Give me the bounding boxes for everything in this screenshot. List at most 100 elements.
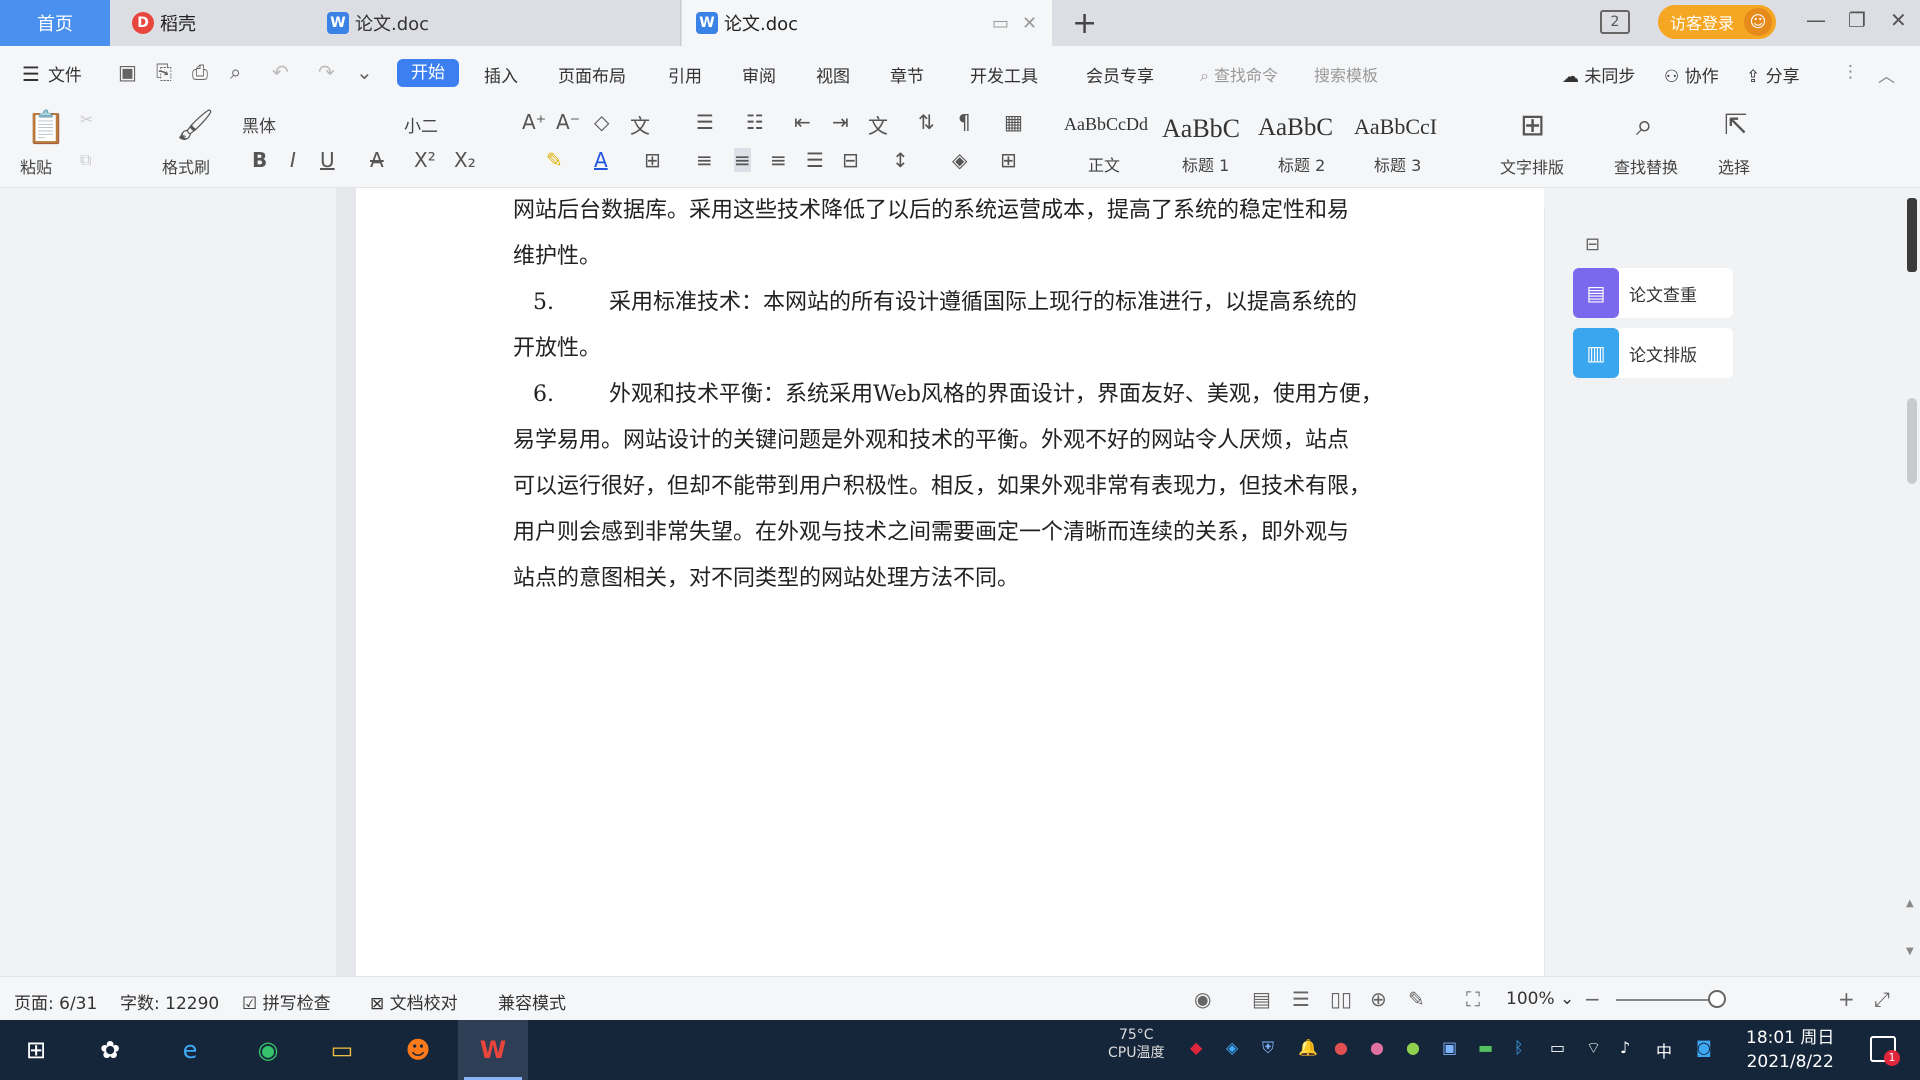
visitor-login-button[interactable]: 访客登录 ☺	[1658, 5, 1776, 39]
outline-view-icon[interactable]: ☰	[1292, 987, 1310, 1011]
collapse-ribbon-icon[interactable]: ︿	[1878, 62, 1895, 87]
app-ninja-icon[interactable]: ☻	[398, 1032, 438, 1068]
chinese-layout-icon[interactable]: 文	[868, 110, 888, 139]
font-color-icon[interactable]: A	[594, 148, 608, 172]
menu-tab-review[interactable]: 审阅	[742, 62, 776, 87]
close-window-icon[interactable]: ✕	[1890, 8, 1907, 32]
collaborate-button[interactable]: ⚇ 协作	[1664, 62, 1719, 87]
wps-taskbar-active[interactable]: W	[458, 1020, 528, 1080]
app-pinwheel-icon[interactable]: ✿	[90, 1032, 130, 1068]
command-search[interactable]: ⌕ 查找命令	[1200, 62, 1278, 86]
menu-tab-view[interactable]: 视图	[816, 62, 850, 87]
tray-app4-icon[interactable]: ▣	[1442, 1038, 1457, 1057]
zoom-in-icon[interactable]: +	[1838, 987, 1855, 1011]
distribute-icon[interactable]: ⊟	[842, 148, 859, 172]
font-name-select[interactable]: 黑体	[242, 112, 276, 137]
strikethrough-icon[interactable]: A	[370, 148, 384, 172]
browser-360-icon[interactable]: ◉	[248, 1032, 288, 1068]
style-heading3-sample[interactable]: AaBbCcI	[1354, 114, 1437, 140]
system-clock[interactable]: 18:01 周日 2021/8/22	[1746, 1026, 1834, 1074]
bullet-list-icon[interactable]: ☰	[696, 110, 714, 134]
print-icon[interactable]: ⎙	[192, 60, 208, 84]
file-menu[interactable]: ☰ 文件	[22, 61, 82, 87]
cut-icon[interactable]: ✂	[80, 110, 93, 129]
export-pdf-icon[interactable]: ⎘	[156, 60, 172, 84]
battery-icon[interactable]: ▭	[1550, 1038, 1565, 1057]
style-normal-sample[interactable]: AaBbCcDd	[1064, 114, 1148, 135]
align-right-icon[interactable]: ≡	[770, 148, 787, 172]
menu-tab-member[interactable]: 会员专享	[1086, 62, 1154, 87]
ime-indicator[interactable]: 中	[1656, 1038, 1672, 1062]
spell-check-toggle[interactable]: ☑ 拼写检查	[242, 989, 331, 1014]
tab-close-icon[interactable]: ✕	[1022, 13, 1037, 34]
increase-indent-icon[interactable]: ⇥	[832, 110, 849, 134]
cpu-temperature[interactable]: 75°C CPU温度	[1108, 1026, 1164, 1062]
template-search[interactable]: 搜索模板	[1314, 62, 1378, 86]
style-heading2-sample[interactable]: AaBbC	[1258, 114, 1333, 142]
numbered-list-icon[interactable]: ☷	[746, 110, 764, 134]
tray-app2-icon[interactable]: ●	[1370, 1038, 1384, 1057]
window-count-badge[interactable]: 2	[1600, 10, 1630, 34]
find-replace-icon[interactable]: ⌕	[1636, 108, 1653, 143]
zoom-slider-knob[interactable]	[1708, 990, 1726, 1008]
zoom-slider-track[interactable]	[1616, 999, 1720, 1001]
tab-home[interactable]: 首页	[0, 0, 110, 46]
sync-status[interactable]: ☁ 未同步	[1562, 62, 1635, 87]
volume-icon[interactable]: ♪	[1620, 1038, 1630, 1057]
more-options-icon[interactable]: ⋮	[1842, 62, 1859, 82]
undo-icon[interactable]: ↶	[272, 60, 289, 84]
scroll-up-icon[interactable]: ▲	[1906, 898, 1914, 909]
share-button[interactable]: ⇪ 分享	[1746, 62, 1800, 87]
tray-app1-icon[interactable]: ●	[1334, 1038, 1348, 1057]
align-center-icon[interactable]: ≡	[734, 148, 751, 172]
table-icon[interactable]: ▦	[1004, 110, 1023, 134]
text-layout-icon[interactable]: ⊞	[1520, 108, 1545, 143]
line-spacing-icon[interactable]: ↕	[892, 148, 909, 172]
paste-icon[interactable]: 📋	[26, 108, 66, 146]
zoom-level[interactable]: 100% ⌄	[1506, 989, 1574, 1009]
shrink-font-icon[interactable]: A⁻	[556, 110, 580, 134]
tray-bell-icon[interactable]: 🔔	[1298, 1038, 1318, 1057]
grow-font-icon[interactable]: A⁺	[522, 110, 546, 134]
menu-tab-references[interactable]: 引用	[668, 62, 702, 87]
tray-antivirus-icon[interactable]: ◆	[1190, 1038, 1202, 1057]
tray-qq-icon[interactable]: ◙	[1696, 1038, 1712, 1057]
superscript-icon[interactable]: X²	[414, 148, 436, 172]
show-marks-icon[interactable]: ¶	[958, 110, 971, 134]
tab-document-1[interactable]: W 论文.doc	[315, 0, 681, 46]
scrollbar-thumb[interactable]	[1907, 398, 1917, 484]
eye-protect-icon[interactable]: ◉	[1194, 987, 1211, 1011]
subscript-icon[interactable]: X₂	[454, 148, 476, 172]
redo-icon[interactable]: ↷	[318, 60, 335, 84]
vertical-scrollbar[interactable]: ▲ ▼	[1904, 188, 1920, 976]
tray-network-shield-icon[interactable]: ◈	[1226, 1038, 1238, 1057]
justify-icon[interactable]: ☰	[806, 148, 824, 172]
notification-center-icon[interactable]: 1	[1870, 1036, 1900, 1066]
web-view-icon[interactable]: ⊕	[1370, 987, 1387, 1011]
scroll-down-icon[interactable]: ▼	[1906, 946, 1914, 957]
paper-format-button[interactable]: ▥ 论文排版	[1573, 328, 1733, 378]
align-left-icon[interactable]: ≡	[696, 148, 713, 172]
menu-tab-page-layout[interactable]: 页面布局	[558, 62, 626, 87]
fullscreen-icon[interactable]: ⤢	[1874, 987, 1890, 1011]
style-heading1-sample[interactable]: AaBbC	[1162, 114, 1240, 144]
restore-icon[interactable]: ❐	[1848, 8, 1866, 32]
start-windows-icon[interactable]: ⊞	[16, 1032, 56, 1068]
minimize-icon[interactable]: —	[1806, 8, 1826, 32]
menu-tab-home[interactable]: 开始	[397, 59, 459, 87]
format-painter-icon[interactable]: 🖌	[176, 108, 214, 143]
tab-daoke[interactable]: D 稻壳	[110, 0, 315, 46]
fit-page-icon[interactable]: ⛶	[1466, 987, 1480, 1011]
read-view-icon[interactable]: ▯▯	[1330, 987, 1352, 1011]
shading-icon[interactable]: ◈	[952, 148, 967, 172]
panel-collapse-icon[interactable]: ⊟	[1585, 234, 1600, 255]
wifi-icon[interactable]: ⌔	[1586, 1038, 1601, 1058]
tray-shield-icon[interactable]: ⛨	[1262, 1038, 1274, 1058]
zoom-out-icon[interactable]: −	[1584, 987, 1601, 1011]
phonetic-icon[interactable]: 文	[630, 110, 650, 139]
borders-icon[interactable]: ⊞	[1000, 148, 1017, 172]
tray-app3-icon[interactable]: ●	[1406, 1038, 1420, 1057]
menu-tab-insert[interactable]: 插入	[484, 62, 518, 87]
print-preview-icon[interactable]: ⌕	[230, 60, 241, 84]
copy-icon[interactable]: ⧉	[80, 150, 91, 170]
